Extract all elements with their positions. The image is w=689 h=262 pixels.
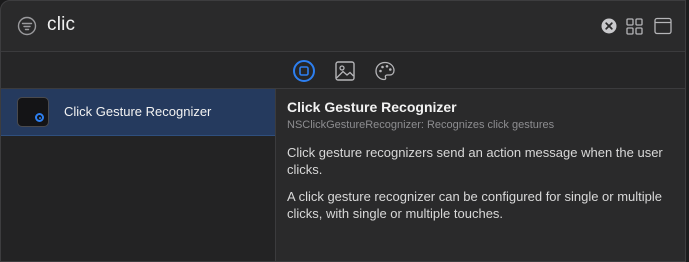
- filter-icon[interactable]: [17, 16, 37, 36]
- list-item[interactable]: Click Gesture Recognizer: [1, 89, 275, 136]
- click-gesture-recognizer-icon: [17, 97, 49, 127]
- detail-title: Click Gesture Recognizer: [287, 99, 457, 115]
- image-icon[interactable]: [334, 60, 356, 82]
- list-item-label: Click Gesture Recognizer: [64, 104, 212, 119]
- detail-description: Click gesture recognizers send an action…: [287, 145, 663, 177]
- search-input[interactable]: clic: [47, 14, 75, 36]
- detail-pane-icon[interactable]: [654, 17, 672, 35]
- clear-search-icon[interactable]: [601, 18, 617, 34]
- object-library-window: clic Click Gesture Recognizer Click Gest…: [0, 0, 686, 262]
- detail-pane: Click Gesture Recognizer NSClickGestureR…: [276, 89, 685, 261]
- detail-subtitle: NSClickGestureRecognizer: Recognizes cli…: [287, 119, 555, 131]
- objects-icon[interactable]: [293, 60, 315, 82]
- results-list: Click Gesture Recognizer: [1, 89, 276, 261]
- library-tabs: [1, 51, 685, 89]
- detail-description-2: A click gesture recognizer can be config…: [287, 189, 663, 221]
- palette-icon[interactable]: [374, 60, 396, 82]
- search-bar: clic: [1, 1, 685, 51]
- grid-view-icon[interactable]: [626, 18, 643, 35]
